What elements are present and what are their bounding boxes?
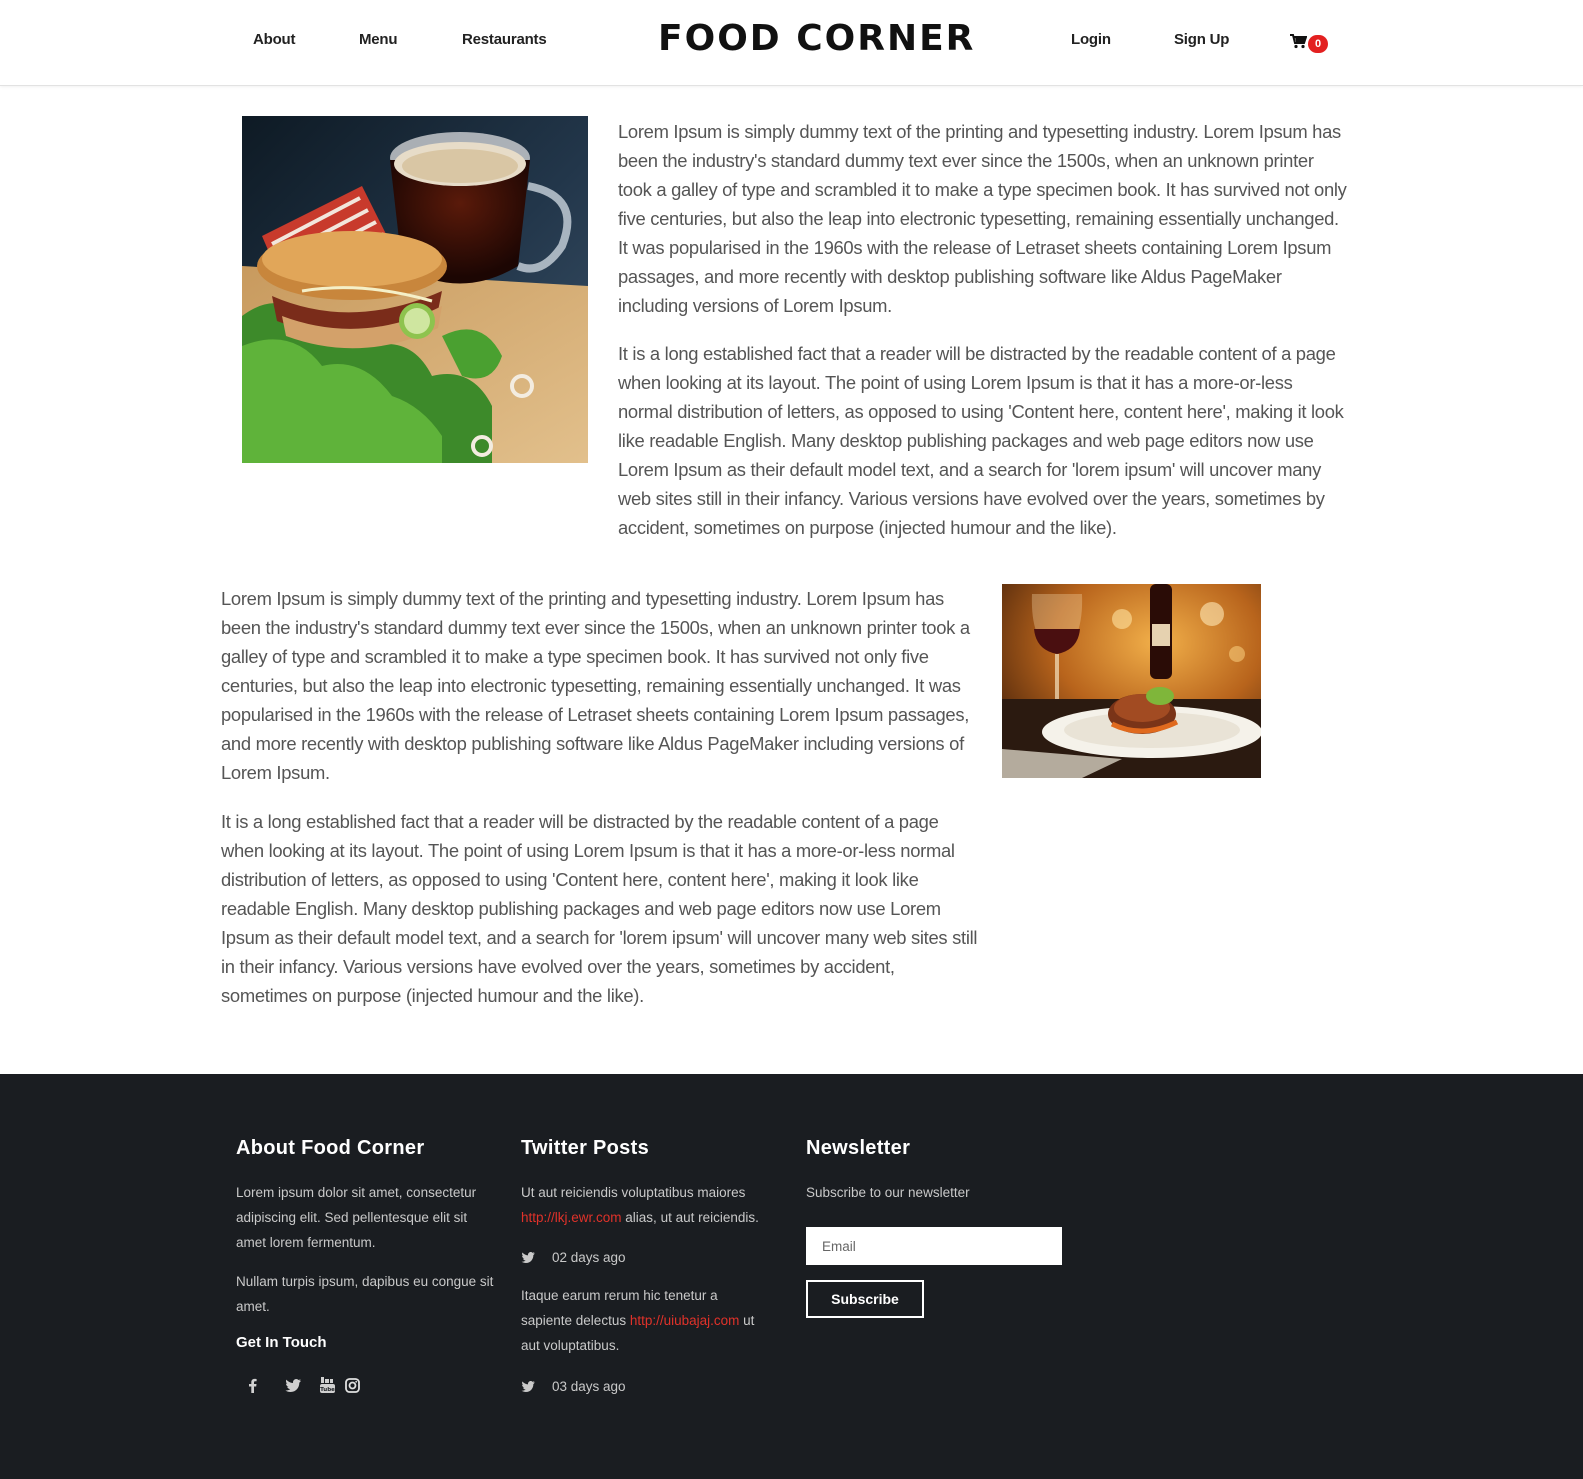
nav-signup-link[interactable]: Sign Up — [1174, 31, 1229, 48]
section1-paragraph-2: It is a long established fact that a rea… — [618, 343, 1344, 538]
newsletter-description: Subscribe to our newsletter — [806, 1185, 970, 1200]
subscribe-button[interactable]: Subscribe — [806, 1280, 924, 1318]
site-header: About Menu Restaurants FOOD CORNER Login… — [0, 0, 1583, 86]
tweet-1-time: 02 days ago — [552, 1249, 626, 1265]
nav-menu-link[interactable]: Menu — [359, 31, 398, 48]
site-logo[interactable]: FOOD CORNER — [658, 18, 973, 59]
tweet-2-time: 03 days ago — [552, 1378, 626, 1394]
svg-text:Tube: Tube — [320, 1387, 335, 1393]
tweet-2-meta: 03 days ago — [521, 1376, 626, 1396]
section2-paragraph-1: Lorem Ipsum is simply dummy text of the … — [221, 588, 970, 783]
tweet-1-link[interactable]: http://lkj.ewr.com — [521, 1210, 622, 1225]
twitter-icon — [521, 1380, 535, 1392]
tweet-2-link[interactable]: http://uiubajaj.com — [630, 1313, 740, 1328]
tweet-1-text-before: Ut aut reiciendis voluptatibus maiores — [521, 1185, 746, 1200]
nav-about-link[interactable]: About — [253, 31, 296, 48]
tweet-1-text: Ut aut reiciendis voluptatibus maiores h… — [521, 1180, 771, 1230]
footer-twitter-title: Twitter Posts — [521, 1137, 649, 1159]
newsletter-email-input[interactable] — [806, 1227, 1062, 1265]
section1-paragraph-1: Lorem Ipsum is simply dummy text of the … — [618, 121, 1347, 316]
twitter-icon[interactable] — [282, 1374, 304, 1396]
footer-get-in-touch: Get In Touch — [236, 1334, 327, 1351]
footer-about-title: About Food Corner — [236, 1137, 425, 1159]
steak-wine-image — [1002, 584, 1261, 778]
sandwich-coffee-image — [242, 116, 588, 463]
tweet-1-text-after: alias, ut aut reiciendis. — [621, 1210, 759, 1225]
footer-about-text-2: Nullam turpis ipsum, dapibus eu congue s… — [236, 1274, 494, 1314]
section2-paragraph-2: It is a long established fact that a rea… — [221, 811, 978, 1006]
tweet-1-meta: 02 days ago — [521, 1247, 626, 1267]
footer-about-text-1: Lorem ipsum dolor sit amet, consectetur … — [236, 1185, 477, 1250]
cart-button[interactable]: 0 — [1290, 32, 1332, 54]
footer-newsletter-title: Newsletter — [806, 1137, 911, 1159]
facebook-icon[interactable] — [241, 1374, 263, 1396]
cart-count-badge: 0 — [1308, 35, 1328, 53]
youtube-icon[interactable]: Tube — [316, 1374, 338, 1396]
nav-login-link[interactable]: Login — [1071, 31, 1111, 48]
instagram-icon[interactable] — [341, 1374, 363, 1396]
tweet-2-text: Itaque earum rerum hic tenetur a sapient… — [521, 1283, 771, 1358]
twitter-icon — [521, 1251, 535, 1263]
cart-icon — [1290, 34, 1307, 49]
nav-restaurants-link[interactable]: Restaurants — [462, 31, 547, 48]
